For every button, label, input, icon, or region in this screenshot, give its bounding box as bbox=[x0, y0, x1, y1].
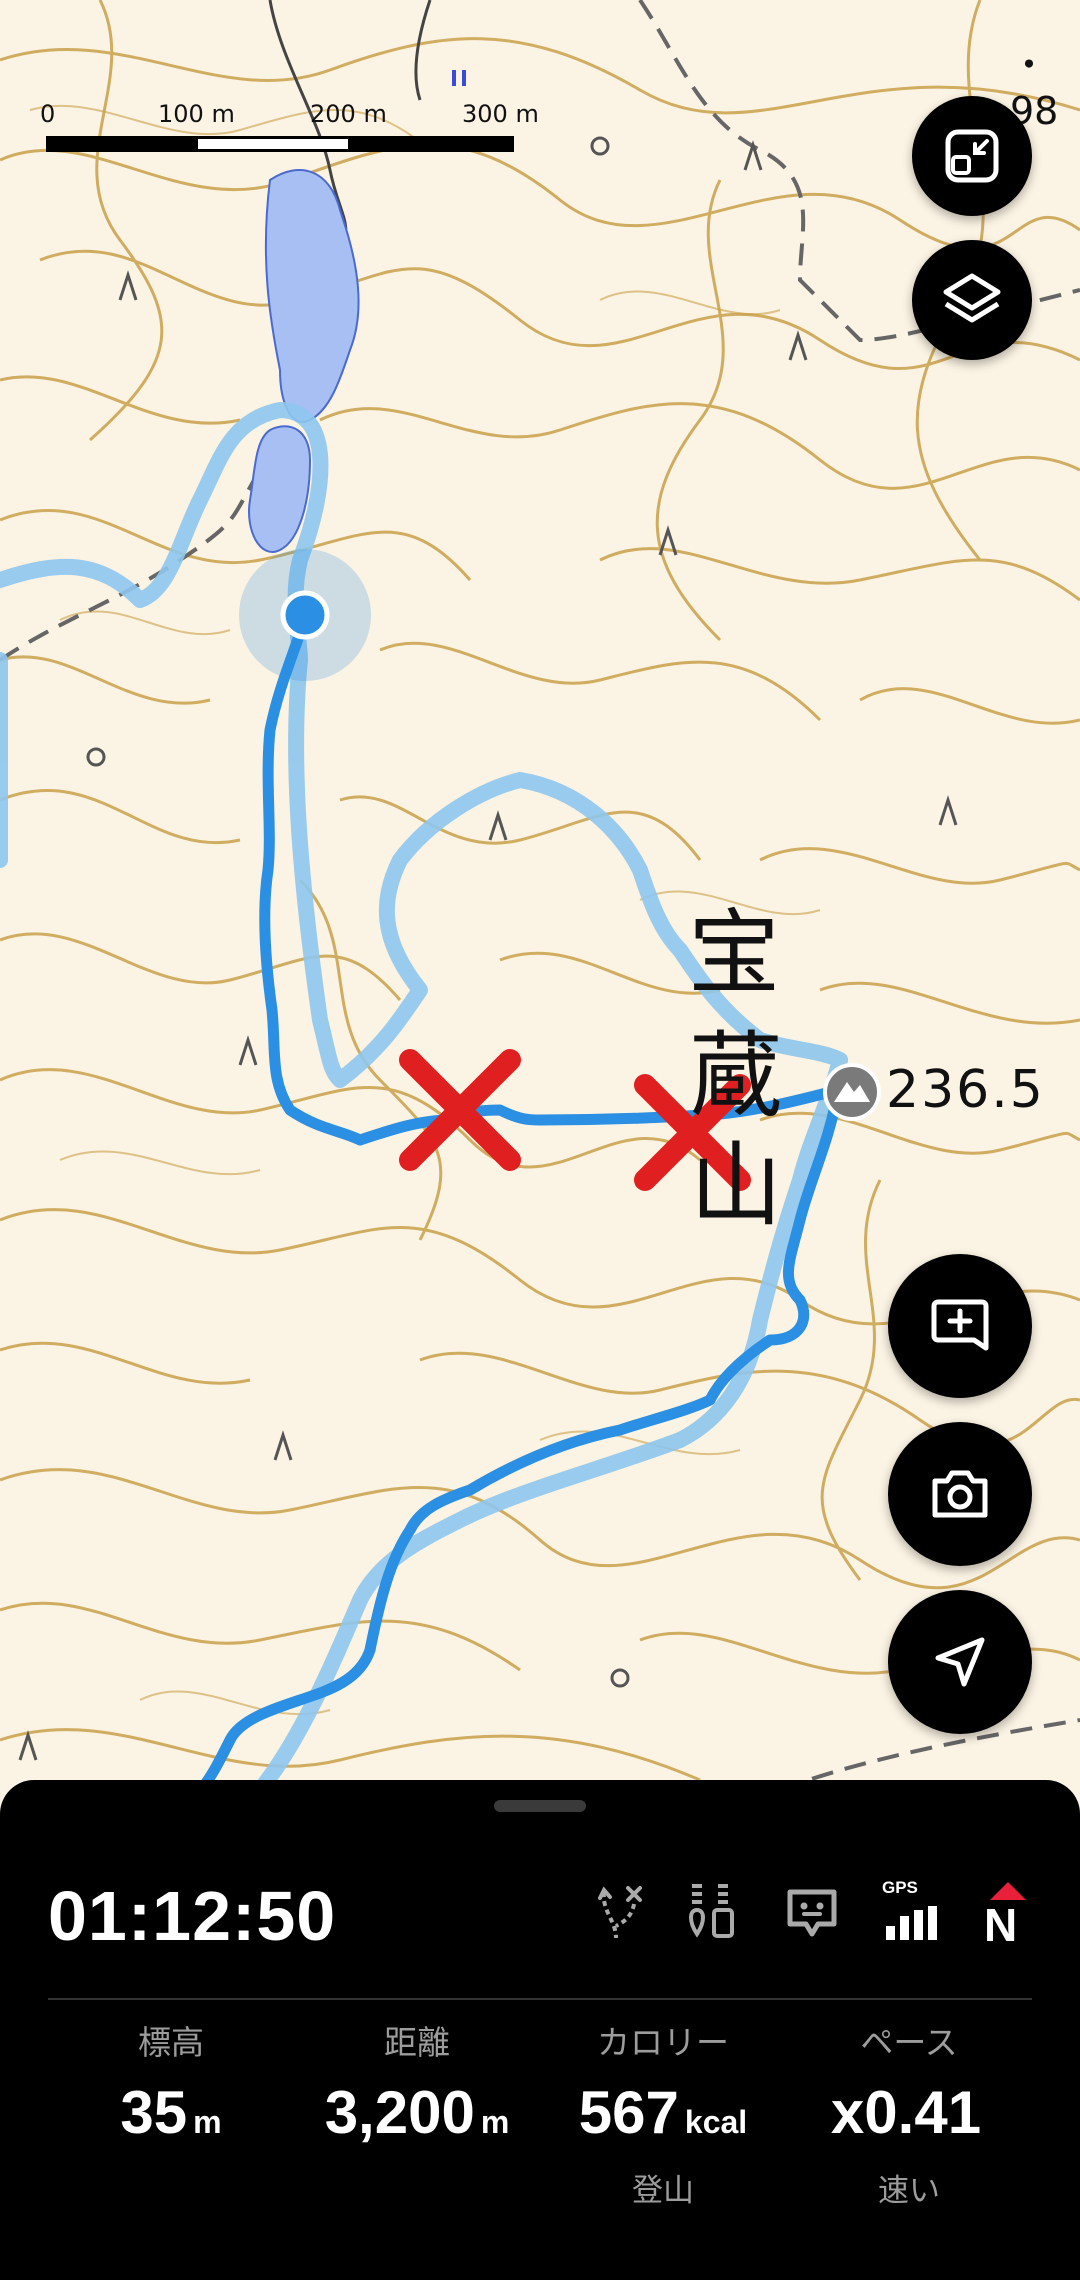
gps-signal-icon: GPS bbox=[878, 1878, 942, 1944]
stat-unit: kcal bbox=[684, 2104, 748, 2140]
stat-sub: 登山 bbox=[632, 2173, 694, 2209]
scale-bar-graphic bbox=[46, 136, 514, 152]
stat-label: ペース bbox=[860, 2023, 958, 2062]
stat-sub bbox=[294, 2165, 540, 2205]
face-status-icon[interactable] bbox=[780, 1880, 844, 1944]
scale-label-300: 300 m bbox=[462, 100, 539, 128]
camera-icon bbox=[932, 1470, 988, 1518]
panel-divider bbox=[48, 1998, 1032, 2000]
status-icons: GPS N bbox=[584, 1878, 1040, 1951]
fit-map-button[interactable] bbox=[912, 96, 1032, 216]
stat-value: x0.41 bbox=[830, 2079, 982, 2146]
stat-label: 距離 bbox=[384, 2023, 450, 2062]
elapsed-time: 01:12:50 bbox=[48, 1877, 337, 1955]
mountain-name-char-1: 宝 bbox=[688, 900, 781, 1007]
navigation-button[interactable] bbox=[888, 1590, 1032, 1734]
edge-elevation-label: ・98 bbox=[1010, 43, 1059, 133]
summit-elevation-label: 236.5 bbox=[886, 1060, 1045, 1120]
layers-icon bbox=[943, 273, 1001, 323]
map-view[interactable]: 0 100 m 200 m 300 m ・98 236.5 宝 蔵 山 bbox=[0, 0, 1080, 1798]
stat-unit: m bbox=[480, 2104, 510, 2140]
compass-north-label: N bbox=[984, 1899, 1018, 1951]
layers-button[interactable] bbox=[912, 240, 1032, 360]
stats-row: 標高 35 m 距離 3,200 m カロリー 567 kcal 登山 ペース x0.… bbox=[0, 2020, 1080, 2209]
stat-value: 567 bbox=[578, 2079, 679, 2146]
fit-map-icon bbox=[945, 129, 999, 183]
stat-label: カロリー bbox=[597, 2023, 729, 2062]
stat-sub bbox=[48, 2165, 294, 2205]
stat-pace: ペース x0.41 速い bbox=[786, 2020, 1032, 2209]
scale-label-200: 200 m bbox=[310, 100, 387, 128]
stat-elevation: 標高 35 m bbox=[48, 2020, 294, 2205]
activity-panel[interactable]: 01:12:50 GPS N 標高 35 m 距離 3,200 m カロリー 5… bbox=[0, 1780, 1080, 2280]
compass-north-icon[interactable]: N bbox=[976, 1880, 1040, 1951]
mountain-name-char-2: 蔵 bbox=[690, 1022, 783, 1129]
location-share-icon[interactable] bbox=[682, 1880, 746, 1944]
scale-label-100: 100 m bbox=[158, 100, 235, 128]
current-location-dot bbox=[280, 590, 330, 640]
add-memo-icon bbox=[931, 1299, 989, 1351]
stat-unit: m bbox=[193, 2104, 222, 2140]
map-scale-bar: 0 100 m 200 m 300 m bbox=[40, 100, 562, 156]
gps-label: GPS bbox=[882, 1878, 918, 1897]
scale-label-0: 0 bbox=[40, 100, 56, 128]
panel-drag-handle[interactable] bbox=[494, 1800, 586, 1812]
stat-sub: 速い bbox=[878, 2173, 940, 2209]
stat-label: 標高 bbox=[138, 2023, 204, 2062]
add-memo-button[interactable] bbox=[888, 1254, 1032, 1398]
camera-button[interactable] bbox=[888, 1422, 1032, 1566]
mountain-name-char-3: 山 bbox=[690, 1132, 783, 1239]
summit-icon bbox=[823, 1063, 881, 1121]
stat-value: 3,200 bbox=[324, 2079, 475, 2146]
route-off-icon[interactable] bbox=[584, 1880, 648, 1944]
stat-value: 35 bbox=[120, 2079, 188, 2146]
stat-calories: カロリー 567 kcal 登山 bbox=[540, 2020, 786, 2209]
stat-distance: 距離 3,200 m bbox=[294, 2020, 540, 2205]
navigation-icon bbox=[935, 1637, 985, 1687]
